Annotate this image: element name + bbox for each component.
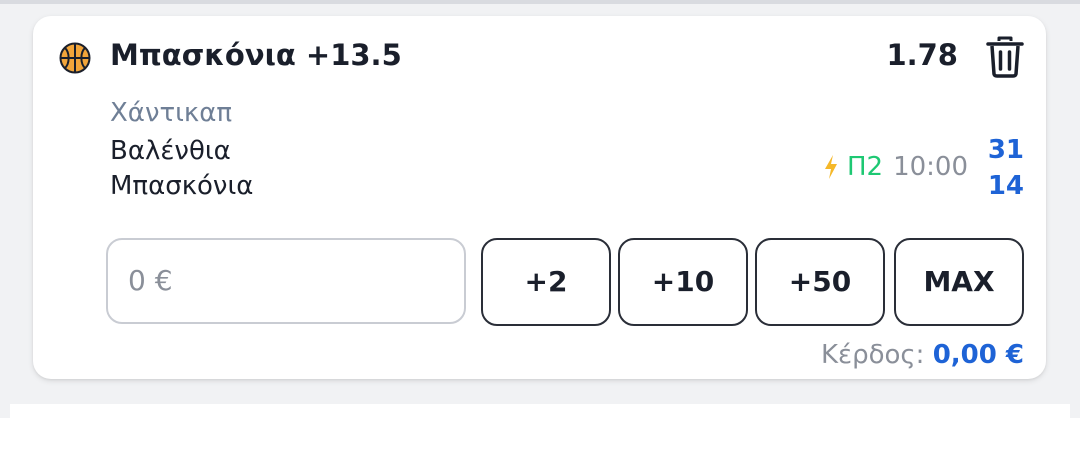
lightning-icon xyxy=(824,155,837,179)
trash-icon[interactable] xyxy=(986,36,1024,78)
match-period: Π2 xyxy=(846,152,884,182)
away-score: 14 xyxy=(987,171,1024,201)
section-divider xyxy=(10,404,1070,418)
top-border xyxy=(0,0,1080,4)
quick-stake-50-button[interactable]: +50 xyxy=(755,238,885,326)
basketball-icon xyxy=(59,42,91,74)
profit-label: Κέρδος: xyxy=(820,340,925,370)
home-score: 31 xyxy=(987,135,1024,165)
bet-slip-card: Μπασκόνια +13.5 1.78 Χάντικαπ Βαλένθια Μ… xyxy=(33,16,1046,379)
quick-stake-10-button[interactable]: +10 xyxy=(618,238,748,326)
max-stake-button[interactable]: MAX xyxy=(894,238,1024,326)
profit-value: 0,00 € xyxy=(932,340,1024,370)
away-team: Μπασκόνια xyxy=(110,171,254,201)
selection-title: Μπασκόνια +13.5 xyxy=(110,38,402,72)
match-clock: 10:00 xyxy=(893,152,968,182)
potential-profit: Κέρδος: 0,00 € xyxy=(821,340,1024,370)
home-team: Βαλένθια xyxy=(110,136,231,166)
stake-input[interactable]: 0 € xyxy=(106,238,466,324)
market-name: Χάντικαπ xyxy=(110,98,233,128)
live-status: Π2 10:00 xyxy=(823,152,968,182)
odds-value: 1.78 xyxy=(886,38,958,72)
quick-stake-2-button[interactable]: +2 xyxy=(481,238,611,326)
bottom-panel xyxy=(0,418,1080,449)
